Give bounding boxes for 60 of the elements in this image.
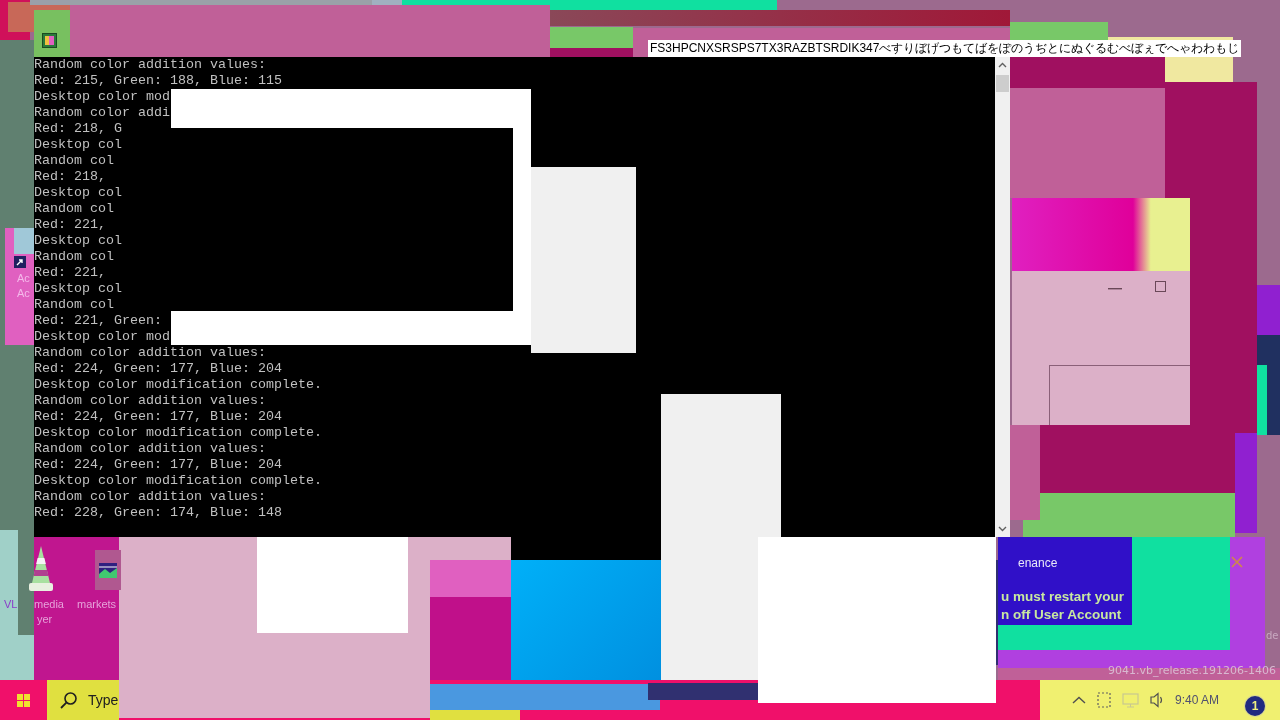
console-line: Red: 218, G — [34, 121, 122, 137]
console-line: Red: 221, — [34, 217, 106, 233]
chevron-up-icon[interactable] — [998, 62, 1007, 68]
notification-badge[interactable]: 1 — [1245, 696, 1265, 716]
console-line: Desktop color mod — [34, 329, 170, 345]
console-line: Desktop color modification complete. — [34, 425, 322, 441]
scroll-thumb[interactable] — [996, 75, 1009, 92]
scrollbar[interactable] — [995, 57, 1010, 537]
shortcut-arrow-icon[interactable] — [14, 256, 26, 268]
icon-label[interactable]: markets — [77, 598, 117, 611]
notification-toast[interactable]: enance u must restart your n off User Account — [998, 537, 1132, 625]
search-icon — [60, 692, 77, 709]
search-field[interactable]: Type — [47, 680, 119, 720]
notification-title: enance — [1018, 556, 1058, 570]
edge-text: de — [1266, 630, 1279, 642]
console-line: Red: 218, — [34, 169, 106, 185]
console-line: Random color addition values: — [34, 345, 266, 361]
clock-time[interactable]: 9:40 AM — [1175, 693, 1220, 707]
console-line: Random color addition values: — [34, 489, 266, 505]
console-line: Desktop col — [34, 281, 122, 297]
console-line: Desktop col — [34, 185, 122, 201]
console-line: Random color addi — [34, 105, 170, 121]
console-line: Red: 224, Green: 177, Blue: 204 — [34, 409, 282, 425]
icon-label[interactable]: media — [34, 598, 64, 611]
chevron-down-icon[interactable] — [998, 526, 1007, 532]
console-line: Desktop color mod — [34, 89, 170, 105]
dotted-box-icon[interactable] — [1097, 692, 1111, 708]
windows-icon — [17, 693, 30, 707]
speaker-icon[interactable] — [1150, 692, 1164, 708]
icon-label[interactable]: VL — [4, 598, 18, 611]
icon-label[interactable]: yer — [37, 613, 53, 626]
notification-text: n off User Account — [1001, 606, 1122, 624]
console-line: Red: 224, Green: 177, Blue: 204 — [34, 457, 282, 473]
minimize-icon[interactable] — [1108, 287, 1122, 290]
console-line: Random col — [34, 297, 114, 313]
build-text: 9041.vb_release.191206-1406 — [1107, 664, 1276, 677]
maximize-icon[interactable] — [1155, 281, 1166, 292]
chevron-up-icon[interactable] — [1072, 696, 1086, 704]
console-line: Random color addition values: — [34, 57, 266, 73]
console-line: Red: 221, Green: — [34, 313, 162, 329]
icon-label[interactable]: Ac — [17, 272, 30, 285]
console-line: Random col — [34, 153, 114, 169]
window-icon — [42, 33, 57, 48]
console-line: Desktop col — [34, 137, 122, 153]
console-line: Random color addition values: — [34, 393, 266, 409]
console-line: Desktop col — [34, 233, 122, 249]
console-line: Red: 215, Green: 188, Blue: 115 — [34, 73, 282, 89]
console-line: Red: 221, — [34, 265, 106, 281]
garbled-title: FS3HPCNXSRSPS7TX3RAZBTSRDIK347べすりぼげつもてばをぽのうぢとにぬぐるむべぼぇでへゃわわもじ — [648, 40, 1242, 57]
console-line: Desktop color modification complete. — [34, 473, 322, 489]
console-line: Random col — [34, 201, 114, 217]
cone-icon[interactable] — [28, 545, 54, 592]
console-line: Red: 228, Green: 174, Blue: 148 — [34, 505, 282, 521]
console-line: Desktop color modification complete. — [34, 377, 322, 393]
notification-text: u must restart your — [1001, 588, 1125, 606]
console-line: Red: 224, Green: 177, Blue: 204 — [34, 361, 282, 377]
console-line: Random color addition values: — [34, 441, 266, 457]
console-line: Random col — [34, 249, 114, 265]
icon-label[interactable]: Ac — [17, 287, 30, 300]
picture-icon[interactable] — [95, 550, 121, 590]
